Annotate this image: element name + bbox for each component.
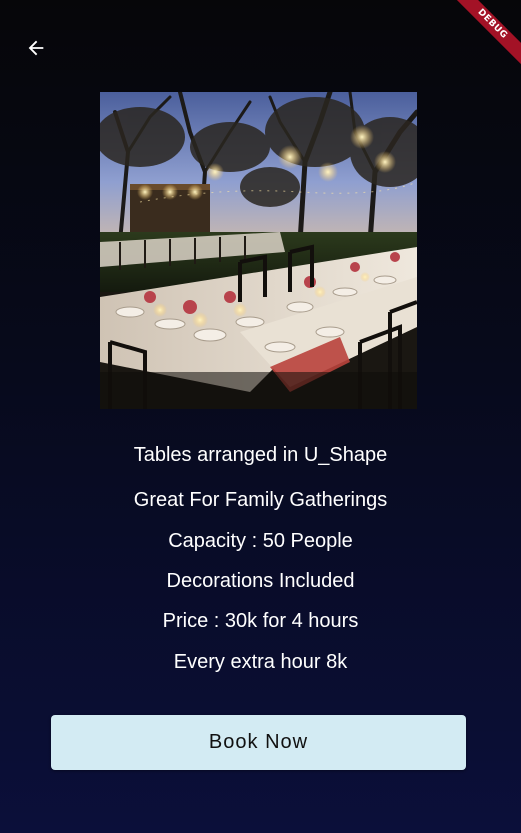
detail-price: Price : 30k for 4 hours	[162, 610, 359, 632]
detail-decorations: Decorations Included	[166, 570, 355, 592]
debug-label: DEBUG	[447, 0, 521, 69]
venue-photo	[100, 92, 417, 409]
detail-extra-hour: Every extra hour 8k	[173, 651, 348, 673]
detail-capacity: Capacity : 50 People	[168, 530, 353, 552]
arrow-back-icon	[28, 40, 44, 56]
book-now-button[interactable]: Book Now	[51, 715, 466, 770]
back-button[interactable]	[22, 34, 50, 62]
detail-layout: Tables arranged in U_Shape	[133, 444, 388, 466]
debug-banner: DEBUG	[441, 0, 521, 80]
detail-suitability: Great For Family Gatherings	[133, 489, 388, 511]
